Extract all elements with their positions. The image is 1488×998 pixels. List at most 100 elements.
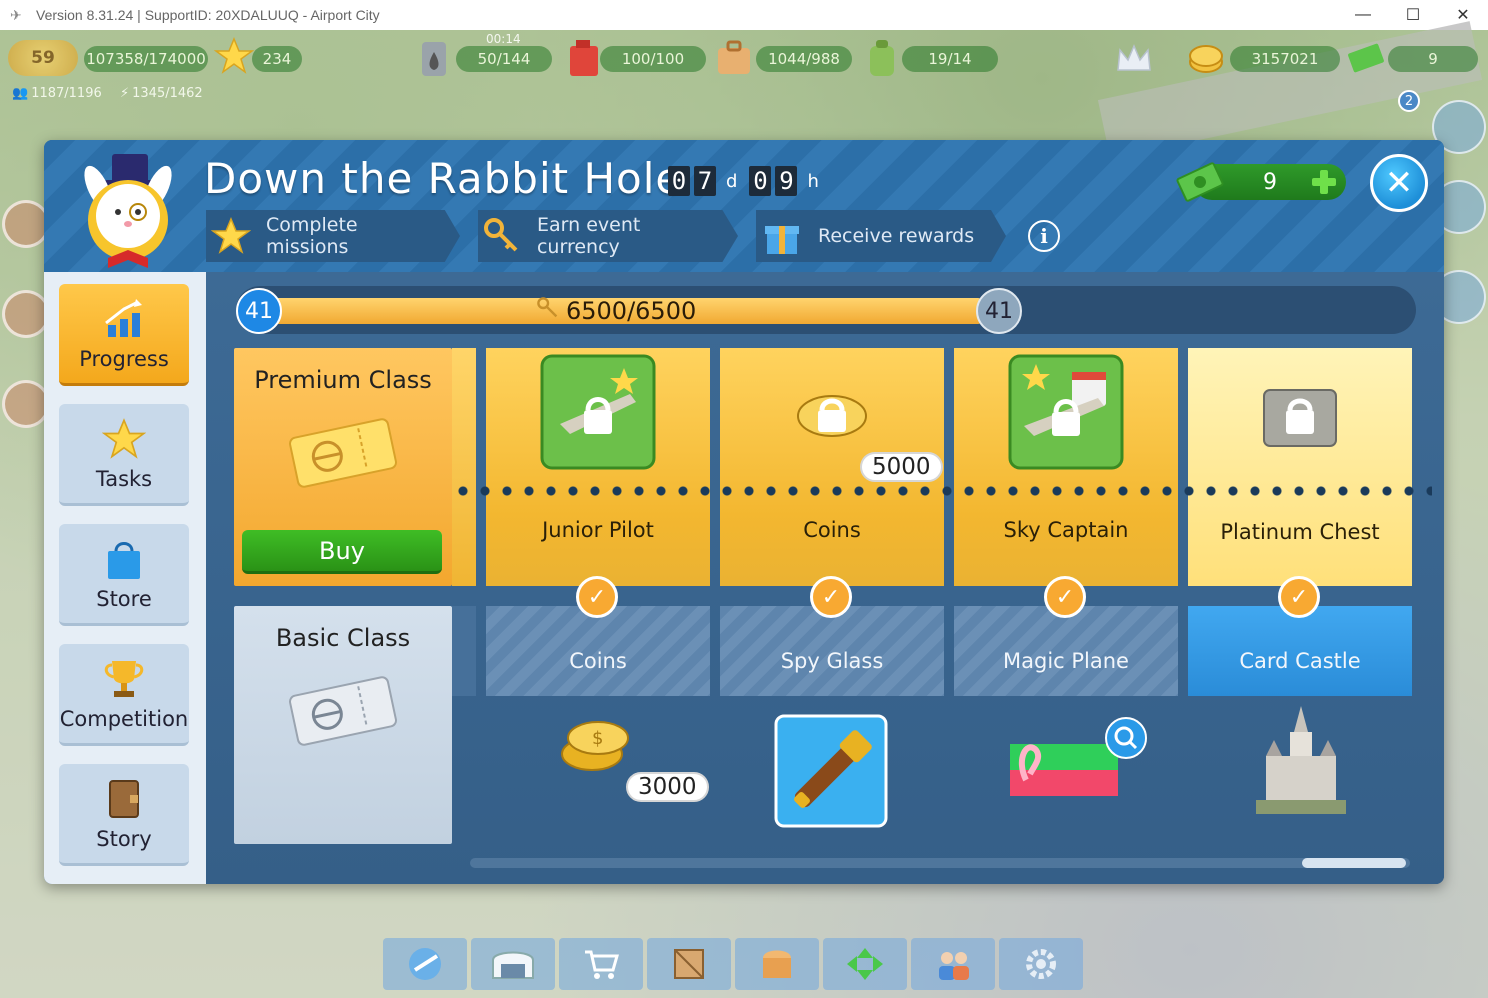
nav-label: Store xyxy=(96,586,152,611)
spyglass-icon xyxy=(774,714,888,832)
reward-label: Coins xyxy=(569,649,627,673)
premium-reward-platinum-chest[interactable]: Platinum Chest xyxy=(1188,348,1412,586)
notification-badge: 2 xyxy=(1398,90,1420,112)
event-sidenav: Progress Tasks Store Competition Story xyxy=(44,272,206,884)
buy-premium-button[interactable]: Buy xyxy=(242,530,442,574)
cash-counter: 9 xyxy=(1388,46,1478,72)
level-badge[interactable]: 59 xyxy=(8,40,78,76)
book-icon xyxy=(102,777,146,821)
energy-stat: ⚡ 1345/1462 xyxy=(120,86,203,101)
scrolled-tile-edge xyxy=(452,348,476,586)
claimed-check-icon: ✓ xyxy=(576,576,618,618)
key-icon xyxy=(482,214,523,258)
timer-digit: 0 xyxy=(668,166,690,196)
xp-counter: 107358/174000 xyxy=(84,46,208,72)
hangar-icon[interactable] xyxy=(471,938,555,990)
nav-progress[interactable]: Progress xyxy=(59,284,189,386)
basic-reward-spy-glass[interactable]: Spy Glass xyxy=(720,606,944,696)
shopping-cart-icon[interactable] xyxy=(559,938,643,990)
window-titlebar: ✈ Version 8.31.24 | SupportID: 20XDALUUQ… xyxy=(0,0,1488,30)
timer-digit: 7 xyxy=(694,166,716,196)
step-label: Receive rewards xyxy=(818,225,975,247)
backpack-icon xyxy=(862,38,902,78)
timer-hours-unit: h xyxy=(807,170,819,192)
basic-reward-card-castle[interactable]: Card Castle xyxy=(1188,606,1412,696)
star-icon xyxy=(214,36,254,76)
locked-plane-calendar-icon xyxy=(1008,354,1124,474)
reward-label: Card Castle xyxy=(1239,649,1361,673)
chart-arrow-icon xyxy=(102,297,146,341)
people-icon: 👥 xyxy=(12,86,29,101)
nav-store[interactable]: Store xyxy=(59,524,189,626)
horizontal-scrollbar[interactable] xyxy=(470,858,1410,868)
preview-magnifier-icon[interactable] xyxy=(1104,716,1148,764)
side-avatar[interactable] xyxy=(2,290,50,338)
event-cash-value: 9 xyxy=(1263,169,1277,195)
reward-label: Magic Plane xyxy=(1003,649,1129,673)
premium-class-title: Premium Class xyxy=(254,366,432,394)
claimed-check-icon: ✓ xyxy=(1044,576,1086,618)
crate-icon[interactable] xyxy=(647,938,731,990)
reward-label: Sky Captain xyxy=(1003,518,1129,542)
scrolled-tile-edge xyxy=(452,606,476,696)
fuel-timer: 00:14 xyxy=(486,32,521,46)
silver-ticket-icon xyxy=(287,676,399,746)
event-title: Down the Rabbit Hole xyxy=(204,154,683,203)
event-timer: 0 7 d 0 9 h xyxy=(668,166,827,196)
side-avatar[interactable] xyxy=(2,380,50,428)
crown-icon[interactable] xyxy=(1114,38,1154,78)
dialog-header: Down the Rabbit Hole 0 7 d 0 9 h Complet… xyxy=(44,140,1444,272)
premium-reward-sky-captain[interactable]: Sky Captain xyxy=(954,348,1178,586)
info-button[interactable]: i xyxy=(1028,220,1060,252)
fuel-counter: 50/144 xyxy=(456,46,552,72)
maximize-button[interactable]: ☐ xyxy=(1388,0,1438,30)
nav-tasks[interactable]: Tasks xyxy=(59,404,189,506)
premium-reward-junior-pilot[interactable]: Junior Pilot xyxy=(486,348,710,586)
move-arrows-icon[interactable] xyxy=(823,938,907,990)
treasure-chest-icon[interactable] xyxy=(735,938,819,990)
star-icon xyxy=(102,417,146,461)
app-icon: ✈ xyxy=(10,6,22,23)
step-label: Earn event currency xyxy=(536,214,641,258)
timer-days-unit: d xyxy=(726,170,738,192)
nav-story[interactable]: Story xyxy=(59,764,189,866)
timer-digit: 0 xyxy=(749,166,772,196)
trophy-icon xyxy=(102,657,146,701)
golden-ticket-icon xyxy=(287,418,399,488)
basic-reward-magic-plane[interactable]: Magic Plane xyxy=(954,606,1178,696)
settings-gear-icon[interactable] xyxy=(999,938,1083,990)
scrollbar-thumb[interactable] xyxy=(1302,858,1406,868)
nav-label: Progress xyxy=(79,346,169,371)
card-castle-icon xyxy=(1246,702,1356,826)
locked-coins-icon xyxy=(790,376,874,450)
friends-icon[interactable] xyxy=(911,938,995,990)
side-avatar[interactable] xyxy=(2,200,50,248)
next-level-badge: 41 xyxy=(976,288,1022,334)
cargo-counter: 1044/988 xyxy=(756,46,852,72)
population-value: 1187/1196 xyxy=(31,86,102,101)
claimed-check-icon: ✓ xyxy=(1278,576,1320,618)
premium-reward-coins[interactable]: 5000 Coins xyxy=(720,348,944,586)
crew-counter: 19/14 xyxy=(902,46,998,72)
coins-icon xyxy=(1186,38,1226,78)
close-dialog-button[interactable]: ✕ xyxy=(1370,154,1428,212)
minimize-button[interactable]: — xyxy=(1338,0,1388,30)
reward-label: Platinum Chest xyxy=(1220,520,1380,544)
globe-plane-icon[interactable] xyxy=(383,938,467,990)
add-cash-button[interactable] xyxy=(1308,166,1340,198)
stars-counter: 234 xyxy=(252,46,302,72)
step-complete-missions: Complete missions xyxy=(206,210,460,262)
gas-counter: 100/100 xyxy=(600,46,706,72)
locked-plane-icon xyxy=(540,354,656,474)
locked-chest-icon xyxy=(1258,370,1342,458)
runway-decoration xyxy=(1097,21,1483,159)
reward-track-line xyxy=(452,486,1432,496)
cash-icon xyxy=(1346,38,1386,78)
key-icon xyxy=(536,296,560,326)
current-level-badge: 41 xyxy=(236,288,282,334)
star-icon xyxy=(210,214,252,258)
bottom-toolbar xyxy=(383,938,1083,990)
nav-competition[interactable]: Competition xyxy=(59,644,189,746)
basic-reward-coins[interactable]: Coins xyxy=(486,606,710,696)
premium-class-card: Premium Class Buy xyxy=(234,348,452,586)
